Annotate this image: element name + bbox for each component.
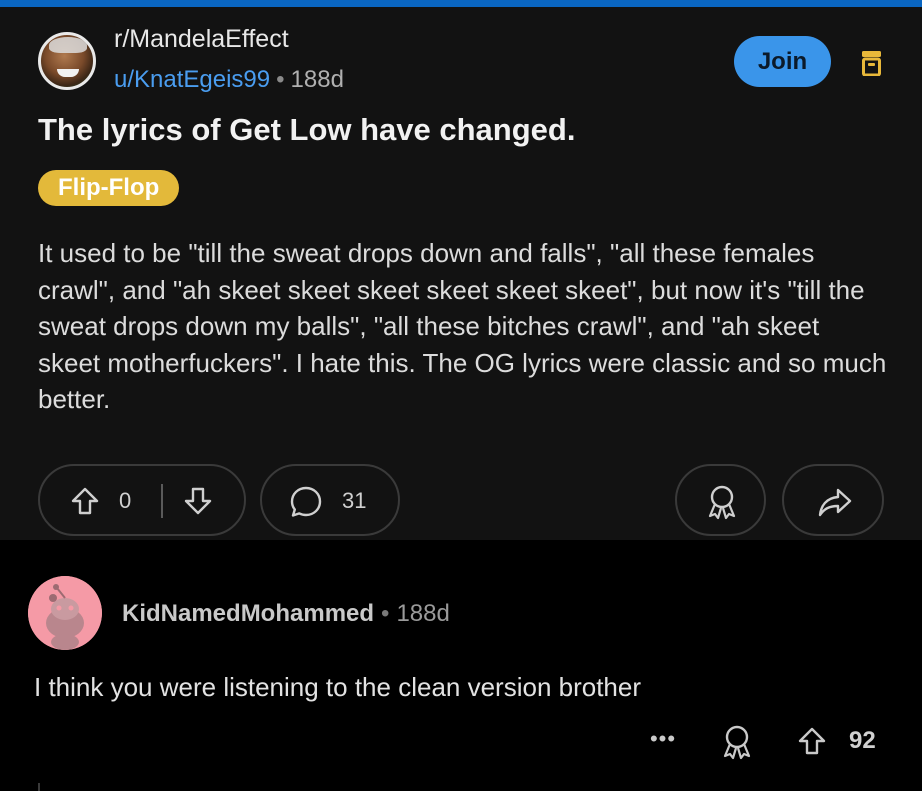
comment-count: 31 <box>342 488 367 513</box>
commenter-avatar[interactable] <box>28 576 102 650</box>
comment-body: I think you were listening to the clean … <box>34 672 642 702</box>
comment-icon <box>290 486 322 517</box>
award-icon[interactable] <box>720 724 754 760</box>
more-icon[interactable]: ••• <box>646 726 680 756</box>
downvote-icon[interactable] <box>183 486 213 516</box>
vote-divider <box>161 484 163 518</box>
comment-meta: KidNamedMohammed • 188d <box>122 600 450 628</box>
post-score: 0 <box>119 488 132 513</box>
top-accent-bar <box>0 0 922 7</box>
comment-age: 188d <box>396 600 450 627</box>
comment-score: 92 <box>849 727 876 754</box>
subreddit-name[interactable]: r/MandelaEffect <box>114 25 289 54</box>
comment-card: KidNamedMohammed • 188d I think you were l… <box>0 540 922 791</box>
post-title[interactable]: The lyrics of Get Low have changed. <box>38 112 575 148</box>
upvote-icon[interactable] <box>797 726 827 756</box>
meta-separator: • <box>276 66 285 93</box>
vote-control: 0 <box>38 464 246 536</box>
meta-separator: • <box>381 600 390 627</box>
snoo-avatar-icon <box>28 576 102 650</box>
upvote-icon[interactable] <box>70 486 100 516</box>
post-author-link[interactable]: u/KnatEgeis99 <box>114 66 270 93</box>
award-button[interactable] <box>675 464 766 536</box>
post-flair[interactable]: Flip-Flop <box>38 170 180 206</box>
join-button[interactable]: Join <box>734 36 831 87</box>
post-meta: u/KnatEgeis99 • 188d <box>114 66 344 94</box>
post-body: It used to be "till the sweat drops down… <box>38 238 887 414</box>
thread-line <box>38 783 40 791</box>
post-card: r/MandelaEffect u/KnatEgeis99 • 188d Join … <box>0 7 922 540</box>
comments-button[interactable]: 31 <box>260 464 400 536</box>
post-age: 188d <box>290 66 344 93</box>
comment-author[interactable]: KidNamedMohammed <box>122 600 374 627</box>
subreddit-avatar[interactable] <box>38 32 96 90</box>
share-icon <box>818 488 852 517</box>
award-icon <box>708 485 736 520</box>
share-button[interactable] <box>782 464 884 536</box>
archive-icon[interactable] <box>861 50 882 76</box>
